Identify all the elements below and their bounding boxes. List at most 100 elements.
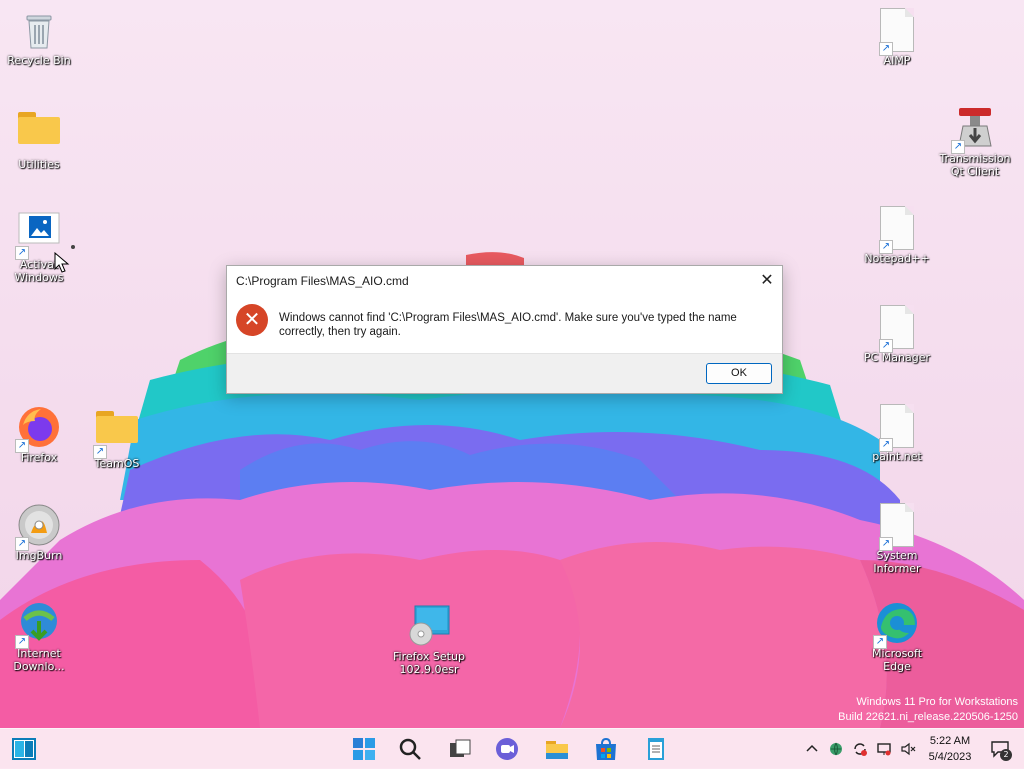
device-icon bbox=[877, 743, 891, 756]
error-icon: ✕ bbox=[236, 304, 268, 336]
cursor-dot bbox=[71, 245, 75, 249]
shortcut-arrow-icon: ↗ bbox=[879, 339, 893, 353]
clock-time: 5:22 AM bbox=[929, 735, 971, 747]
shortcut-arrow-icon: ↗ bbox=[15, 246, 29, 260]
desktop-icon-transmission[interactable]: ↗ Transmission Qt Client bbox=[938, 106, 1012, 178]
desktop-icon-label: Utilities bbox=[18, 158, 60, 171]
desktop-icon-imgburn[interactable]: ↗ ImgBurn bbox=[2, 503, 76, 562]
document-icon: ↗ bbox=[875, 305, 919, 353]
error-dialog: C:\Program Files\MAS_AIO.cmd ✕ ✕ Windows… bbox=[226, 265, 783, 394]
watermark-edition: Windows 11 Pro for Workstations bbox=[856, 696, 1018, 708]
microsoft-store-button[interactable] bbox=[592, 735, 620, 763]
desktop-icon-label: Microsoft Edge bbox=[871, 647, 923, 673]
shortcut-arrow-icon: ↗ bbox=[879, 42, 893, 56]
taskbar: 5:22 AM 5/4/2023 2 bbox=[0, 728, 1024, 769]
folder-icon: ↗ bbox=[93, 411, 139, 459]
mouse-cursor-icon bbox=[54, 252, 70, 273]
shortcut-arrow-icon: ↗ bbox=[93, 445, 107, 459]
picture-icon: ↗ bbox=[15, 212, 61, 260]
document-icon: ↗ bbox=[875, 8, 919, 56]
desktop-icon-pc-manager[interactable]: ↗ PC Manager bbox=[860, 305, 934, 364]
sync-icon bbox=[854, 743, 867, 756]
desktop-icon-firefox[interactable]: ↗ Firefox bbox=[2, 405, 76, 464]
taskbar-clock[interactable]: 5:22 AM 5/4/2023 bbox=[924, 733, 976, 765]
desktop-icon-label: Transmission Qt Client bbox=[939, 152, 1011, 178]
desktop-icon-recycle-bin[interactable]: Recycle Bin bbox=[2, 8, 76, 67]
windows-watermark: Windows 11 Pro for Workstations Build 22… bbox=[838, 695, 1018, 725]
desktop-icon-label: Firefox bbox=[20, 451, 58, 464]
desktop-icon-paint-net[interactable]: ↗ paint.net bbox=[860, 404, 934, 463]
transmission-icon: ↗ bbox=[951, 106, 997, 154]
disc-icon: ↗ bbox=[15, 503, 61, 551]
setup-icon bbox=[407, 604, 451, 648]
desktop-icon-label: AIMP bbox=[883, 54, 911, 67]
clock-date: 5/4/2023 bbox=[928, 751, 972, 763]
shortcut-arrow-icon: ↗ bbox=[873, 635, 887, 649]
watermark-build: Build 22621.ni_release.220506-1250 bbox=[838, 711, 1018, 723]
desktop-icon-firefox-setup[interactable]: Firefox Setup 102.9.0esr bbox=[392, 604, 466, 676]
shortcut-arrow-icon: ↗ bbox=[879, 240, 893, 254]
desktop-icon-label: paint.net bbox=[872, 450, 922, 463]
desktop-icon-internet-download-manager[interactable]: ↗ Internet Downlo... bbox=[2, 601, 76, 673]
folder-icon bbox=[17, 112, 61, 156]
shortcut-arrow-icon: ↗ bbox=[15, 635, 29, 649]
desktop-icon-teamos[interactable]: ↗ TeamOS bbox=[80, 405, 154, 470]
chat-icon bbox=[496, 738, 518, 760]
search-button[interactable] bbox=[396, 735, 424, 763]
desktop-icon-aimp[interactable]: ↗ AIMP bbox=[860, 8, 934, 67]
network-globe-icon bbox=[830, 742, 842, 756]
chat-button[interactable] bbox=[493, 735, 521, 763]
task-view-icon bbox=[450, 739, 471, 757]
file-explorer-button[interactable] bbox=[543, 735, 571, 763]
idm-icon: ↗ bbox=[15, 601, 61, 649]
error-glyph: ✕ bbox=[243, 307, 261, 331]
start-button[interactable] bbox=[350, 735, 378, 763]
desktop-icon-microsoft-edge[interactable]: ↗ Microsoft Edge bbox=[860, 601, 934, 673]
document-icon: ↗ bbox=[875, 503, 919, 551]
show-hidden-icons-button[interactable] bbox=[804, 741, 820, 757]
desktop-icon-label: TeamOS bbox=[94, 457, 140, 470]
document-icon: ↗ bbox=[875, 404, 919, 452]
shortcut-arrow-icon: ↗ bbox=[951, 140, 965, 154]
edge-icon: ↗ bbox=[873, 601, 919, 649]
start-icon bbox=[353, 738, 375, 760]
desktop-icon-label: PC Manager bbox=[863, 351, 931, 364]
document-icon: ↗ bbox=[875, 206, 919, 254]
tray-device[interactable] bbox=[876, 741, 892, 757]
shortcut-arrow-icon: ↗ bbox=[879, 438, 893, 452]
notification-count-badge: 2 bbox=[1000, 749, 1012, 761]
dialog-close-button[interactable]: ✕ bbox=[752, 266, 782, 296]
desktop-icon-label: ImgBurn bbox=[15, 549, 63, 562]
shortcut-arrow-icon: ↗ bbox=[15, 537, 29, 551]
ok-button[interactable]: OK bbox=[706, 363, 772, 384]
recycle-bin-icon bbox=[17, 8, 61, 52]
file-explorer-icon bbox=[546, 741, 568, 759]
close-icon: ✕ bbox=[760, 270, 774, 289]
notepad-button[interactable] bbox=[642, 735, 670, 763]
firefox-icon: ↗ bbox=[15, 405, 61, 453]
notification-center-button[interactable]: 2 bbox=[990, 740, 1012, 761]
shortcut-arrow-icon: ↗ bbox=[15, 439, 29, 453]
task-view-button[interactable] bbox=[446, 735, 474, 763]
widgets-icon bbox=[12, 738, 36, 760]
volume-mute-icon bbox=[901, 742, 916, 756]
tray-volume[interactable] bbox=[900, 741, 916, 757]
dialog-title: C:\Program Files\MAS_AIO.cmd bbox=[236, 274, 409, 288]
dialog-message: Windows cannot find 'C:\Program Files\MA… bbox=[279, 312, 737, 338]
desktop-icon-label: Internet Downlo... bbox=[13, 647, 65, 673]
dialog-titlebar[interactable]: C:\Program Files\MAS_AIO.cmd ✕ bbox=[227, 266, 782, 296]
tray-network-globe[interactable] bbox=[828, 741, 844, 757]
search-icon bbox=[399, 738, 421, 760]
desktop-icon-utilities[interactable]: Utilities bbox=[2, 106, 76, 171]
dialog-footer: OK bbox=[227, 353, 782, 393]
desktop-icon-label: Recycle Bin bbox=[7, 54, 71, 67]
microsoft-store-icon bbox=[596, 737, 616, 760]
desktop-icon-notepad-plus-plus[interactable]: ↗ Notepad++ bbox=[860, 206, 934, 265]
shortcut-arrow-icon: ↗ bbox=[879, 537, 893, 551]
desktop-icon-label: Notepad++ bbox=[864, 252, 930, 265]
widgets-button[interactable] bbox=[10, 735, 38, 763]
desktop-icon-label: System Informer bbox=[873, 549, 921, 575]
desktop-icon-system-informer[interactable]: ↗ System Informer bbox=[860, 503, 934, 575]
tray-sync[interactable] bbox=[852, 741, 868, 757]
desktop-icon-label: Firefox Setup 102.9.0esr bbox=[393, 650, 465, 676]
